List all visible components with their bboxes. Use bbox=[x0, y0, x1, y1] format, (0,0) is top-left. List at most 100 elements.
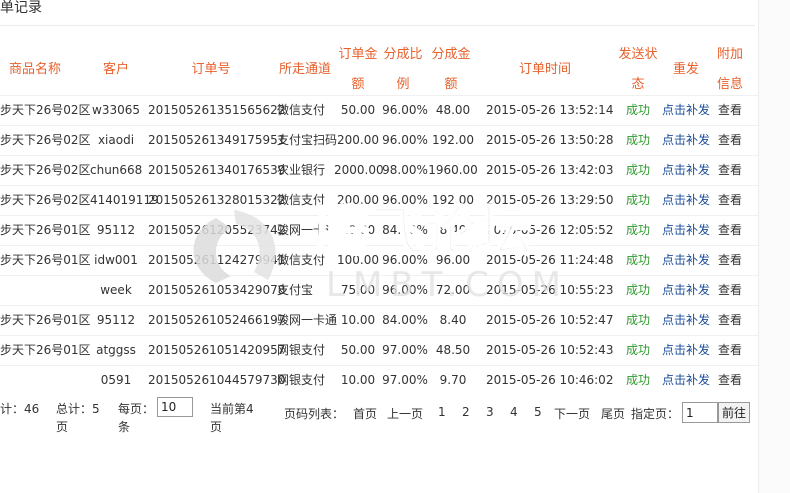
header-ratio-cont: 例 bbox=[396, 77, 410, 92]
order-time: 2015-05-26 12:05:52 bbox=[486, 223, 614, 237]
order-number: 201505261053429078 bbox=[148, 283, 286, 297]
status-text: 成功 bbox=[626, 133, 651, 147]
last-page-link[interactable]: 尾页 bbox=[601, 405, 625, 422]
table-row: 步天下26号01区 atggss 201505261051420957 网银支付… bbox=[0, 335, 758, 365]
resend-link[interactable]: 点击补发 bbox=[662, 335, 712, 365]
go-button[interactable]: 前往 bbox=[718, 402, 750, 423]
order-amount: 50.00 bbox=[340, 343, 376, 357]
resend-link[interactable]: 点击补发 bbox=[662, 185, 712, 215]
view-link[interactable]: 查看 bbox=[718, 215, 748, 245]
goto-label: 指定页： bbox=[631, 407, 680, 421]
product-name: 步天下26号01区 bbox=[0, 253, 91, 267]
order-time: 2015-05-26 10:55:23 bbox=[486, 283, 614, 297]
order-number: 201505261205523742 bbox=[148, 223, 286, 237]
total-pages: 总计：5 bbox=[56, 402, 100, 416]
header-ratio: 分成比 bbox=[383, 47, 423, 62]
order-time: 2015-05-26 10:52:47 bbox=[486, 313, 614, 327]
page-link-5[interactable]: 5 bbox=[534, 405, 542, 419]
share-ratio: 96.00% bbox=[382, 103, 428, 117]
share-amount: 48.00 bbox=[435, 103, 471, 117]
view-link[interactable]: 查看 bbox=[718, 335, 748, 365]
order-number: 201505261124279941 bbox=[148, 253, 286, 267]
view-link[interactable]: 查看 bbox=[718, 275, 748, 305]
order-amount: 200.00 bbox=[337, 133, 379, 147]
order-number: 201505261044579730 bbox=[148, 373, 286, 387]
status-text: 成功 bbox=[626, 253, 651, 267]
status-text: 成功 bbox=[626, 373, 651, 387]
page-margin bbox=[759, 0, 790, 493]
order-amount: 100.00 bbox=[337, 253, 379, 267]
header-order-no: 订单号 bbox=[191, 62, 231, 77]
status-text: 成功 bbox=[626, 103, 651, 117]
resend-link[interactable]: 点击补发 bbox=[662, 305, 712, 335]
header-amount: 订单金 bbox=[338, 47, 378, 62]
view-link[interactable]: 查看 bbox=[718, 245, 748, 275]
share-amount: 96.00 bbox=[435, 253, 471, 267]
order-time: 2015-05-26 11:24:48 bbox=[486, 253, 614, 267]
resend-link[interactable]: 点击补发 bbox=[662, 245, 712, 275]
product-name: 步天下26号02区 bbox=[0, 133, 91, 147]
resend-link[interactable]: 点击补发 bbox=[662, 275, 712, 305]
product-name bbox=[0, 365, 90, 395]
product-name: 步天下26号02区 bbox=[0, 193, 91, 207]
product-name bbox=[0, 275, 90, 305]
order-time: 2015-05-26 13:29:50 bbox=[486, 193, 614, 207]
page-link-1[interactable]: 1 bbox=[438, 405, 446, 419]
status-text: 成功 bbox=[626, 313, 651, 327]
view-link[interactable]: 查看 bbox=[718, 95, 748, 125]
customer: idw001 bbox=[94, 253, 138, 267]
view-link[interactable]: 查看 bbox=[718, 365, 748, 395]
product-name: 步天下26号01区 bbox=[0, 313, 91, 327]
customer: xiaodi bbox=[97, 133, 135, 147]
product-name: 步天下26号01区 bbox=[0, 223, 91, 237]
table-row: 步天下26号01区 95112 201505261205523742 骏网一卡通… bbox=[0, 215, 758, 245]
customer: 95112 bbox=[96, 313, 136, 327]
order-amount: 200.00 bbox=[337, 193, 379, 207]
prev-page-link[interactable]: 上一页 bbox=[387, 405, 423, 422]
resend-link[interactable]: 点击补发 bbox=[662, 365, 712, 395]
page-link-4[interactable]: 4 bbox=[510, 405, 518, 419]
resend-link[interactable]: 点击补发 bbox=[662, 95, 712, 125]
goto-page-input[interactable] bbox=[682, 402, 718, 423]
view-link[interactable]: 查看 bbox=[718, 185, 748, 215]
share-ratio: 97.00% bbox=[382, 373, 428, 387]
order-number: 201505261051420957 bbox=[148, 343, 286, 357]
table-row: 步天下26号02区 414019119 201505261328015322 微… bbox=[0, 185, 758, 215]
table-row: week 201505261053429078 支付宝 75.00 96.00%… bbox=[0, 275, 758, 305]
order-amount: 10.00 bbox=[340, 313, 376, 327]
resend-link[interactable]: 点击补发 bbox=[662, 215, 712, 245]
first-page-link[interactable]: 首页 bbox=[353, 405, 377, 422]
share-amount: 1960.00 bbox=[428, 163, 478, 177]
page-link-3[interactable]: 3 bbox=[486, 405, 494, 419]
share-amount: 192.00 bbox=[432, 193, 474, 207]
customer: w33065 bbox=[92, 103, 140, 117]
order-time: 2015-05-26 13:50:28 bbox=[486, 133, 614, 147]
view-link[interactable]: 查看 bbox=[718, 125, 748, 155]
share-ratio: 84.00% bbox=[382, 223, 428, 237]
channel: 骏网一卡通 bbox=[277, 313, 338, 327]
status-text: 成功 bbox=[626, 343, 651, 357]
view-link[interactable]: 查看 bbox=[718, 305, 748, 335]
channel: 支付宝扫码 bbox=[277, 133, 338, 147]
order-time: 2015-05-26 13:52:14 bbox=[486, 103, 614, 117]
resend-link[interactable]: 点击补发 bbox=[662, 155, 712, 185]
share-ratio: 84.00% bbox=[382, 313, 428, 327]
order-amount: 2000.00 bbox=[334, 163, 384, 177]
status-text: 成功 bbox=[626, 283, 651, 297]
header-resend: 重发 bbox=[672, 62, 699, 77]
product-name: 步天下26号02区 bbox=[0, 103, 91, 117]
next-page-link[interactable]: 下一页 bbox=[554, 405, 590, 422]
share-amount: 8.40 bbox=[439, 313, 467, 327]
order-number: 201505261349175951 bbox=[148, 133, 286, 147]
page-link-2[interactable]: 2 bbox=[462, 405, 470, 419]
order-time: 2015-05-26 10:46:02 bbox=[486, 373, 614, 387]
status-text: 成功 bbox=[626, 163, 651, 177]
view-link[interactable]: 查看 bbox=[718, 155, 748, 185]
header-status-cont: 态 bbox=[631, 77, 645, 92]
table-row: 0591 201505261044579730 网银支付 10.00 97.00… bbox=[0, 365, 758, 395]
per-page-input[interactable] bbox=[157, 397, 193, 417]
resend-link[interactable]: 点击补发 bbox=[662, 125, 712, 155]
page-list-label: 页码列表： bbox=[284, 407, 345, 421]
channel: 骏网一卡通 bbox=[277, 223, 338, 237]
order-number: 201505261351565622 bbox=[148, 103, 286, 117]
